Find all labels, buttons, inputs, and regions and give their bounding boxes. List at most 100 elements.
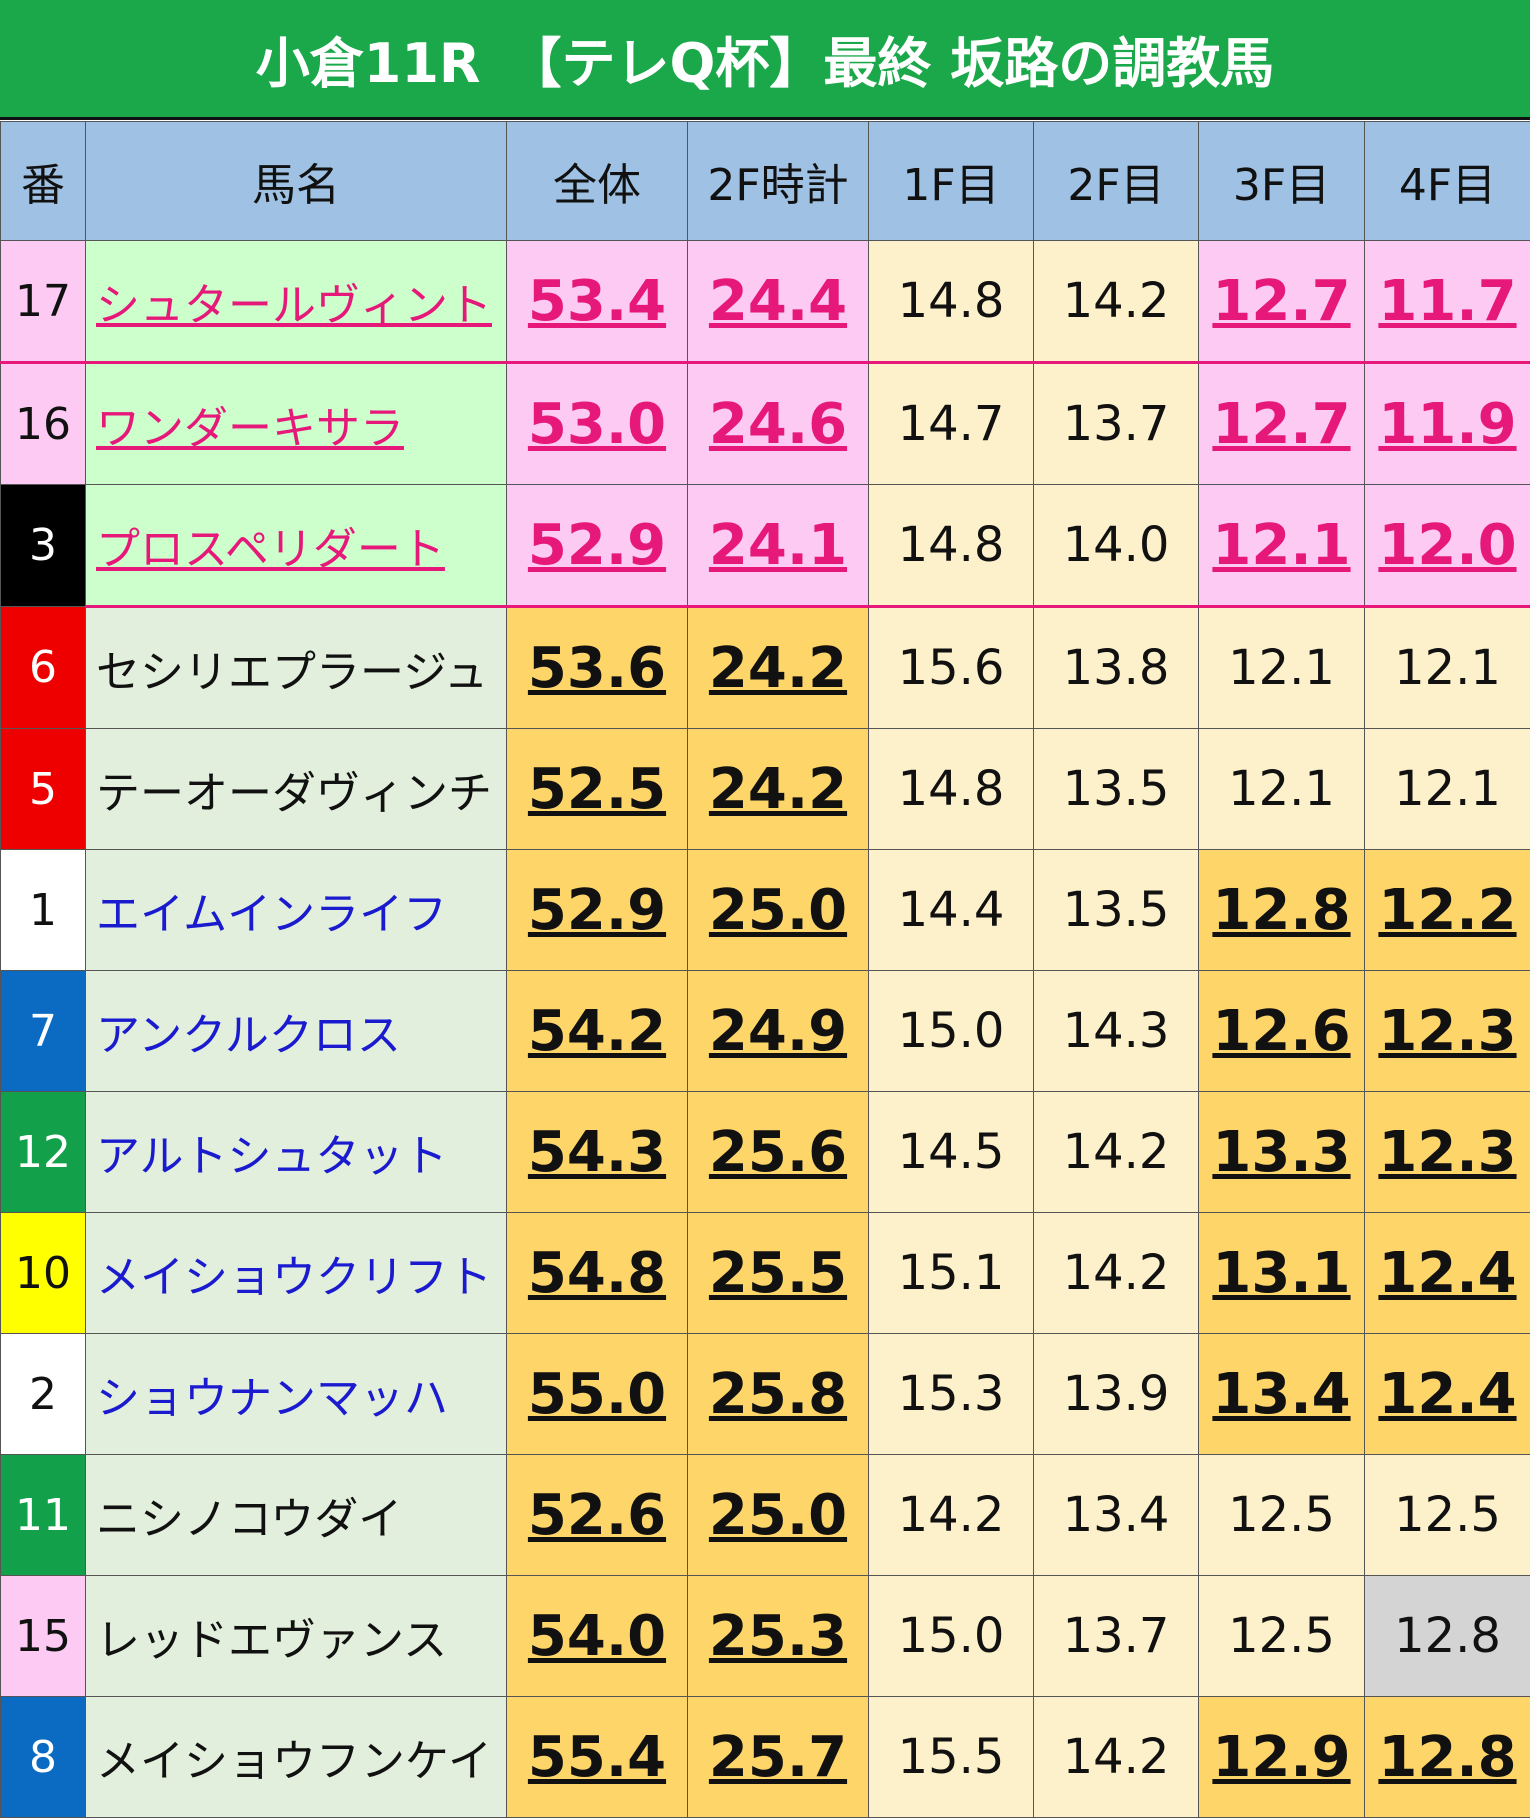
horse-name[interactable]: ワンダーキサラ <box>86 363 507 485</box>
total-time: 52.5 <box>507 729 688 850</box>
lap-4f: 12.8 <box>1365 1576 1530 1697</box>
table-row: 2 ショウナンマッハ 55.0 25.8 15.3 13.9 13.4 12.4 <box>1 1334 1530 1455</box>
total-time: 54.8 <box>507 1213 688 1334</box>
horse-name[interactable]: アルトシュタット <box>86 1092 507 1213</box>
two-f-time: 25.7 <box>688 1697 869 1818</box>
lap-3f: 12.1 <box>1199 485 1365 607</box>
horse-name[interactable]: ニシノコウダイ <box>86 1455 507 1576</box>
two-f-time: 24.2 <box>688 729 869 850</box>
lap-3f: 12.1 <box>1199 729 1365 850</box>
total-time: 53.6 <box>507 607 688 729</box>
two-f-time: 25.0 <box>688 1455 869 1576</box>
header-f4: 4F目 <box>1365 122 1530 241</box>
table-row: 11 ニシノコウダイ 52.6 25.0 14.2 13.4 12.5 12.5 <box>1 1455 1530 1576</box>
lap-1f: 15.6 <box>869 607 1034 729</box>
lap-3f: 13.4 <box>1199 1334 1365 1455</box>
lap-4f: 12.1 <box>1365 607 1530 729</box>
table-row: 15 レッドエヴァンス 54.0 25.3 15.0 13.7 12.5 12.… <box>1 1576 1530 1697</box>
horse-number: 5 <box>1 729 86 850</box>
lap-3f: 12.7 <box>1199 241 1365 363</box>
two-f-time: 24.6 <box>688 363 869 485</box>
lap-1f: 14.4 <box>869 850 1034 971</box>
horse-name[interactable]: シュタールヴィント <box>86 241 507 363</box>
horse-number: 6 <box>1 607 86 729</box>
total-time: 52.6 <box>507 1455 688 1576</box>
table-row: 5 テーオーダヴィンチ 52.5 24.2 14.8 13.5 12.1 12.… <box>1 729 1530 850</box>
two-f-time: 25.8 <box>688 1334 869 1455</box>
lap-2f: 14.0 <box>1034 485 1199 607</box>
table-row: 17 シュタールヴィント 53.4 24.4 14.8 14.2 12.7 11… <box>1 241 1530 363</box>
lap-1f: 15.0 <box>869 1576 1034 1697</box>
lap-1f: 15.3 <box>869 1334 1034 1455</box>
total-time: 52.9 <box>507 485 688 607</box>
horse-name[interactable]: プロスペリダート <box>86 485 507 607</box>
lap-1f: 14.8 <box>869 729 1034 850</box>
lap-4f: 12.4 <box>1365 1213 1530 1334</box>
lap-4f: 11.9 <box>1365 363 1530 485</box>
table-row: 10 メイショウクリフト 54.8 25.5 15.1 14.2 13.1 12… <box>1 1213 1530 1334</box>
lap-2f: 14.2 <box>1034 241 1199 363</box>
total-time: 53.4 <box>507 241 688 363</box>
lap-3f: 12.9 <box>1199 1697 1365 1818</box>
lap-2f: 14.2 <box>1034 1213 1199 1334</box>
horse-name[interactable]: エイムインライフ <box>86 850 507 971</box>
lap-4f: 12.1 <box>1365 729 1530 850</box>
lap-3f: 13.1 <box>1199 1213 1365 1334</box>
two-f-time: 24.4 <box>688 241 869 363</box>
total-time: 54.2 <box>507 971 688 1092</box>
lap-3f: 12.1 <box>1199 607 1365 729</box>
horse-number: 3 <box>1 485 86 607</box>
horse-number: 15 <box>1 1576 86 1697</box>
lap-2f: 13.4 <box>1034 1455 1199 1576</box>
lap-3f: 12.5 <box>1199 1455 1365 1576</box>
two-f-time: 24.9 <box>688 971 869 1092</box>
horse-number: 17 <box>1 241 86 363</box>
lap-1f: 15.1 <box>869 1213 1034 1334</box>
horse-name[interactable]: ショウナンマッハ <box>86 1334 507 1455</box>
lap-3f: 13.3 <box>1199 1092 1365 1213</box>
total-time: 55.0 <box>507 1334 688 1455</box>
header-1f: 1F目 <box>869 122 1034 241</box>
horse-name[interactable]: メイショウクリフト <box>86 1213 507 1334</box>
total-time: 55.4 <box>507 1697 688 1818</box>
page: 小倉11R 【テレQ杯】最終 坂路の調教馬 番 馬名 全体 2F時計 1F目 2… <box>0 0 1530 1811</box>
lap-4f: 12.3 <box>1365 1092 1530 1213</box>
two-f-time: 25.5 <box>688 1213 869 1334</box>
lap-2f: 14.3 <box>1034 971 1199 1092</box>
horse-name[interactable]: アンクルクロス <box>86 971 507 1092</box>
total-time: 54.3 <box>507 1092 688 1213</box>
lap-2f: 13.9 <box>1034 1334 1199 1455</box>
lap-3f: 12.6 <box>1199 971 1365 1092</box>
training-table: 番 馬名 全体 2F時計 1F目 2F目 3F目 4F目 17 シュタールヴィン… <box>0 121 1530 1818</box>
header-row: 番 馬名 全体 2F時計 1F目 2F目 3F目 4F目 <box>1 122 1530 241</box>
table-row: 7 アンクルクロス 54.2 24.9 15.0 14.3 12.6 12.3 <box>1 971 1530 1092</box>
horse-name[interactable]: レッドエヴァンス <box>86 1576 507 1697</box>
lap-2f: 13.5 <box>1034 850 1199 971</box>
two-f-time: 24.1 <box>688 485 869 607</box>
horse-number: 11 <box>1 1455 86 1576</box>
table-row: 16 ワンダーキサラ 53.0 24.6 14.7 13.7 12.7 11.9 <box>1 363 1530 485</box>
two-f-time: 24.2 <box>688 607 869 729</box>
lap-2f: 13.7 <box>1034 1576 1199 1697</box>
lap-2f: 13.5 <box>1034 729 1199 850</box>
horse-number: 1 <box>1 850 86 971</box>
horse-number: 7 <box>1 971 86 1092</box>
horse-name[interactable]: メイショウフンケイ <box>86 1697 507 1818</box>
header-f2: 2F目 <box>1034 122 1199 241</box>
horse-name[interactable]: テーオーダヴィンチ <box>86 729 507 850</box>
lap-4f: 12.0 <box>1365 485 1530 607</box>
total-time: 54.0 <box>507 1576 688 1697</box>
lap-4f: 12.2 <box>1365 850 1530 971</box>
header-f3: 3F目 <box>1199 122 1365 241</box>
header-2f: 2F時計 <box>688 122 869 241</box>
lap-2f: 13.8 <box>1034 607 1199 729</box>
horse-name[interactable]: セシリエプラージュ <box>86 607 507 729</box>
horse-number: 12 <box>1 1092 86 1213</box>
lap-3f: 12.5 <box>1199 1576 1365 1697</box>
lap-2f: 14.2 <box>1034 1092 1199 1213</box>
horse-number: 10 <box>1 1213 86 1334</box>
horse-number: 2 <box>1 1334 86 1455</box>
two-f-time: 25.6 <box>688 1092 869 1213</box>
table-row: 1 エイムインライフ 52.9 25.0 14.4 13.5 12.8 12.2 <box>1 850 1530 971</box>
table-row: 8 メイショウフンケイ 55.4 25.7 15.5 14.2 12.9 12.… <box>1 1697 1530 1818</box>
